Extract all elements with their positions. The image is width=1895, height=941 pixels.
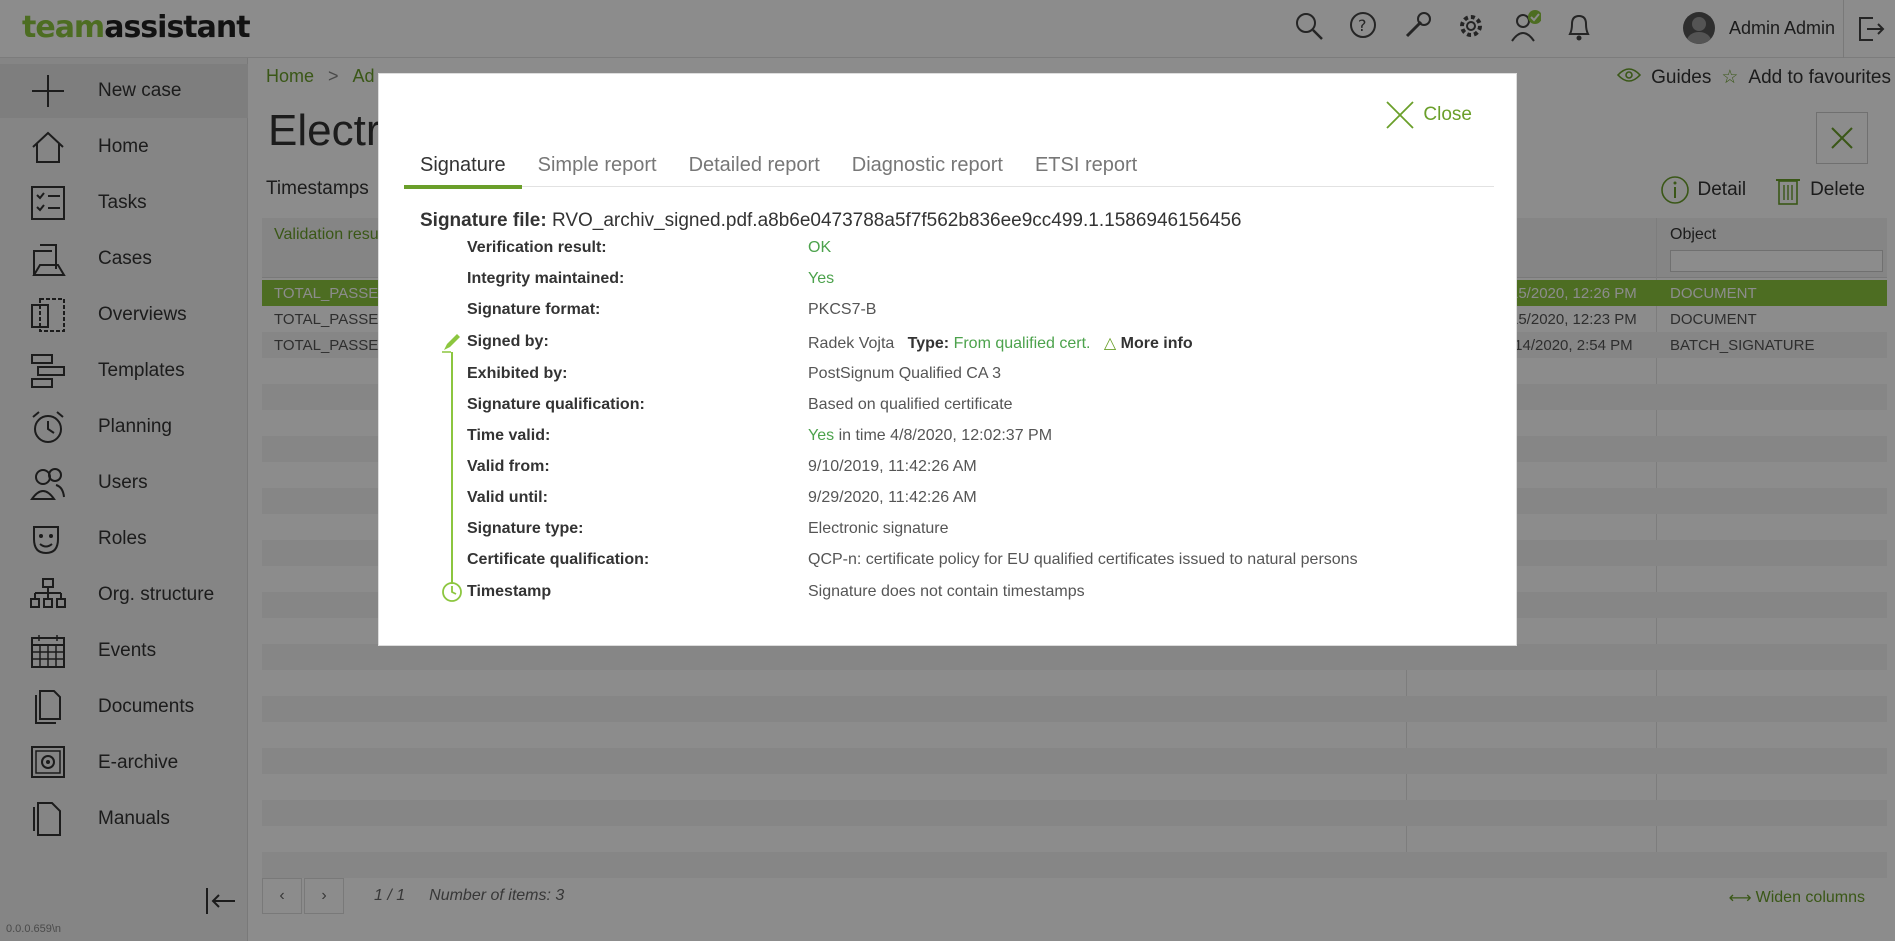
time-valid-yes: Yes [808,427,835,444]
timestamp-row: Timestamp Signature does not contain time… [379,579,1518,605]
timestamp-label: Timestamp [467,583,552,600]
valid-until-label: Valid until: [467,489,548,506]
more-info-link[interactable]: More info [1121,335,1193,352]
time-valid-row: Time valid: Yes in time 4/8/2020, 12:02:3… [379,423,1518,449]
format-value: PKCS7-B [808,301,877,318]
integrity-value: Yes [808,270,835,287]
exhibited-value: PostSignum Qualified CA 3 [808,365,1001,382]
signature-dialog: Close Signature Simple report Detailed r… [378,73,1517,646]
signature-type-label: Signature type: [467,520,584,537]
close-label: Close [1423,104,1472,125]
tab-signature[interactable]: Signature [404,144,522,189]
clock-icon [441,581,463,603]
type-label: Type: [907,335,950,352]
signed-by-value-group: Radek Vojta Type: From qualified cert. △… [808,333,1193,353]
valid-until-row: Valid until: 9/29/2020, 11:42:26 AM [379,485,1518,511]
valid-from-value: 9/10/2019, 11:42:26 AM [808,458,977,475]
close-icon [1386,101,1415,129]
certificate-qualification-label: Certificate qualification: [467,551,650,568]
time-valid-label: Time valid: [467,427,551,444]
signed-by-label: Signed by: [467,333,549,350]
qualification-value: Based on qualified certificate [808,396,1013,413]
signer-name: Radek Vojta [808,335,895,352]
format-label: Signature format: [467,301,601,318]
qualification-label: Signature qualification: [467,396,645,413]
exhibited-label: Exhibited by: [467,365,568,382]
verification-label: Verification result: [467,239,607,256]
valid-until-value: 9/29/2020, 11:42:26 AM [808,489,977,506]
signature-type-value: Electronic signature [808,520,949,537]
type-value: From qualified cert. [953,335,1091,352]
signature-file: Signature file: RVO_archiv_signed.pdf.a8… [420,210,1242,232]
certificate-qualification-value: QCP-n: certificate policy for EU qualifi… [808,551,1358,568]
format-row: Signature format: PKCS7-B [379,297,1518,323]
dialog-tabs: Signature Simple report Detailed report … [404,144,1494,189]
close-button[interactable]: Close [1385,100,1472,130]
tab-etsi-report[interactable]: ETSI report [1019,144,1153,187]
verification-value: OK [808,239,832,256]
time-valid-detail: in time 4/8/2020, 12:02:37 PM [838,427,1053,444]
tab-detailed-report[interactable]: Detailed report [673,144,836,187]
signature-file-label: Signature file: [420,210,547,231]
tab-simple-report[interactable]: Simple report [522,144,673,187]
exhibited-row: Exhibited by: PostSignum Qualified CA 3 [379,361,1518,387]
qualification-row: Signature qualification: Based on qualifi… [379,392,1518,418]
signature-file-name: RVO_archiv_signed.pdf.a8b6e0473788a5f7f5… [551,210,1242,231]
time-valid-value-group: Yes in time 4/8/2020, 12:02:37 PM [808,427,1052,445]
verification-row: Verification result: OK [379,235,1518,261]
certificate-qualification-row: Certificate qualification: QCP-n: certifi… [379,547,1518,573]
signature-type-row: Signature type: Electronic signature [379,516,1518,542]
integrity-row: Integrity maintained: Yes [379,266,1518,292]
integrity-label: Integrity maintained: [467,270,625,287]
tab-diagnostic-report[interactable]: Diagnostic report [836,144,1019,187]
signature-pen-icon [441,331,463,353]
valid-from-label: Valid from: [467,458,550,475]
valid-from-row: Valid from: 9/10/2019, 11:42:26 AM [379,454,1518,480]
warning-triangle-icon: △ [1103,335,1117,352]
signed-by-row: Signed by: Radek Vojta Type: From qualif… [379,329,1518,355]
timestamp-value: Signature does not contain timestamps [808,583,1085,600]
